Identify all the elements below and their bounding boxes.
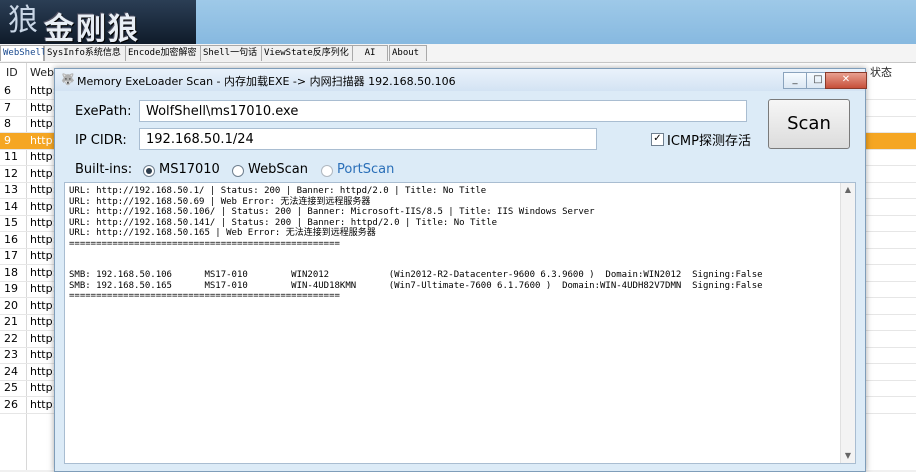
row-id: 12: [4, 166, 18, 180]
column-header-id[interactable]: ID: [6, 63, 18, 83]
row-id: 14: [4, 199, 18, 213]
webscan-label[interactable]: WebScan: [248, 162, 308, 177]
wolf-logo-icon: 狼: [8, 3, 38, 38]
ms17010-radio[interactable]: [143, 165, 155, 177]
app-logo-text: 金刚狼: [44, 12, 140, 47]
output-line: ========================================…: [69, 238, 340, 249]
row-id: 15: [4, 216, 18, 229]
dialog-title: Memory ExeLoader Scan - 内存加载EXE -> 内网扫描器…: [77, 75, 456, 88]
row-id: 20: [4, 298, 18, 312]
ipcidr-input[interactable]: 192.168.50.1/24: [139, 128, 597, 150]
column-header-status[interactable]: 状态: [870, 63, 892, 83]
portscan-label[interactable]: PortScan: [337, 162, 394, 177]
scan-button[interactable]: Scan: [768, 99, 850, 149]
scan-output-textarea[interactable]: URL: http://192.168.50.1/ | Status: 200 …: [64, 182, 856, 464]
ipcidr-label: IP CIDR:: [75, 133, 127, 148]
scan-output-text: URL: http://192.168.50.1/ | Status: 200 …: [65, 183, 855, 305]
output-scrollbar[interactable]: ▲ ▼: [840, 183, 855, 463]
ms17010-label[interactable]: MS17010: [159, 162, 220, 177]
row-id: 21: [4, 315, 18, 328]
tab-webshell[interactable]: WebShell: [0, 45, 46, 61]
tab-ai[interactable]: AI: [352, 45, 388, 61]
scroll-down-icon[interactable]: ▼: [841, 449, 855, 463]
row-id: 26: [4, 397, 18, 411]
row-id: 9: [4, 133, 11, 147]
tab-viewstate[interactable]: ViewState反序列化: [261, 45, 353, 61]
exeloader-scan-dialog: 🐺 Memory ExeLoader Scan - 内存加载EXE -> 内网扫…: [54, 68, 867, 472]
scroll-up-icon[interactable]: ▲: [841, 183, 855, 197]
row-id: 17: [4, 249, 18, 262]
row-id: 22: [4, 331, 18, 345]
icmp-label: ICMP探测存活: [667, 134, 751, 149]
tab-shell[interactable]: Shell一句话: [200, 45, 262, 61]
output-line: URL: http://192.168.50.165 | Web Error: …: [69, 228, 376, 238]
output-line: URL: http://192.168.50.69 | Web Error: 无…: [69, 196, 371, 207]
output-line: SMB: 192.168.50.106 MS17-010 WIN2012 (Wi…: [69, 270, 763, 280]
dialog-titlebar[interactable]: 🐺 Memory ExeLoader Scan - 内存加载EXE -> 内网扫…: [55, 69, 867, 91]
app-logo: 狼 金刚狼: [0, 0, 196, 47]
app-banner: 狼 金刚狼: [0, 0, 916, 47]
row-id: 8: [4, 117, 11, 130]
row-id: 25: [4, 381, 18, 394]
row-id: 13: [4, 183, 18, 196]
output-line: URL: http://192.168.50.1/ | Status: 200 …: [69, 186, 487, 196]
icmp-checkbox[interactable]: ✓: [651, 133, 664, 146]
row-id: 19: [4, 282, 18, 295]
main-tab-strip: WebShell SysInfo系统信息 Encode加密解密 Shell一句话…: [0, 44, 916, 63]
row-id: 7: [4, 100, 11, 114]
output-line: SMB: 192.168.50.165 MS17-010 WIN-4UD18KM…: [69, 280, 763, 291]
row-id: 18: [4, 265, 18, 279]
row-id: 11: [4, 150, 18, 163]
webscan-radio[interactable]: [232, 165, 244, 177]
row-id: 23: [4, 348, 18, 361]
close-icon[interactable]: ✕: [825, 72, 867, 89]
tab-about[interactable]: About: [389, 45, 427, 61]
row-id: 6: [4, 84, 11, 97]
minimize-icon[interactable]: _: [783, 72, 807, 89]
portscan-radio[interactable]: [321, 165, 333, 177]
output-line: ========================================…: [69, 291, 340, 301]
tab-encode[interactable]: Encode加密解密: [125, 45, 201, 61]
row-id: 24: [4, 364, 18, 378]
app-window-icon: 🐺: [61, 73, 75, 86]
tab-sysinfo[interactable]: SysInfo系统信息: [44, 45, 126, 61]
row-id: 16: [4, 232, 18, 246]
output-line: URL: http://192.168.50.106/ | Status: 20…: [69, 207, 595, 217]
exepath-label: ExePath:: [75, 104, 132, 119]
builtins-label: Built-ins:: [75, 162, 133, 177]
exepath-input[interactable]: WolfShell\ms17010.exe: [139, 100, 747, 122]
output-line: URL: http://192.168.50.141/ | Status: 20…: [69, 217, 498, 228]
